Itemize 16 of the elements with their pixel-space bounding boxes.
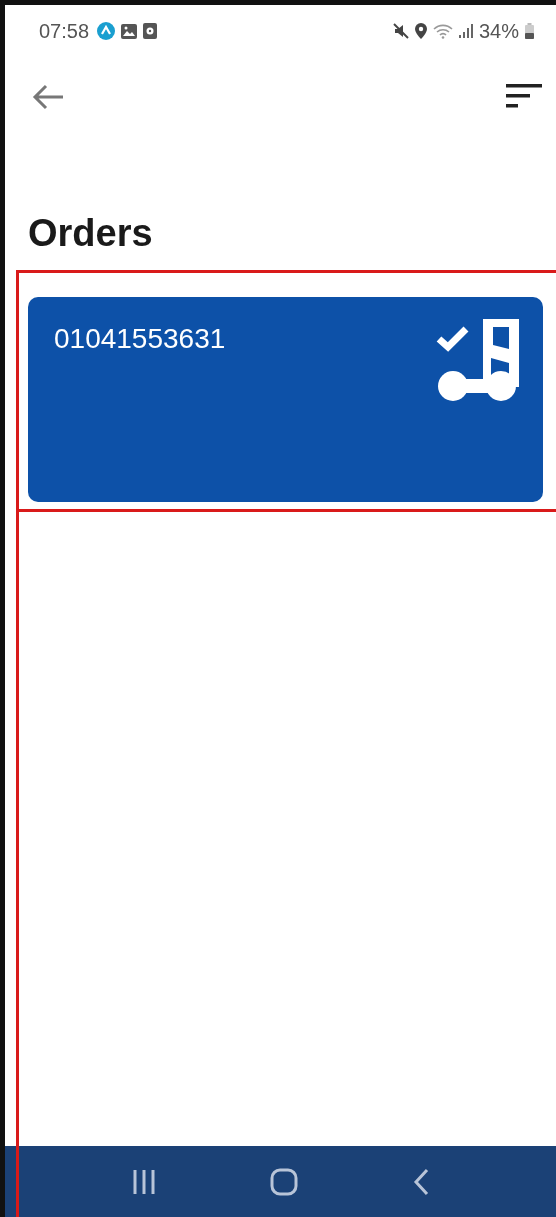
- signal-icon: [458, 24, 473, 38]
- battery-level: 34%: [478, 19, 519, 43]
- location-icon: [414, 23, 427, 39]
- recent-apps-icon[interactable]: [132, 1168, 157, 1195]
- order-card[interactable]: 01041553631: [28, 297, 543, 502]
- clock-icon: [143, 23, 158, 39]
- wifi-icon: [432, 23, 453, 39]
- battery-icon: [525, 23, 534, 39]
- app-notification-icon: [97, 22, 116, 40]
- mute-icon: [392, 23, 409, 39]
- home-icon[interactable]: [270, 1167, 299, 1196]
- status-time: 07:58: [39, 19, 90, 43]
- image-icon: [121, 23, 138, 39]
- order-number: 01041553631: [54, 323, 226, 355]
- back-nav-icon[interactable]: [412, 1167, 429, 1196]
- page-title: Orders: [28, 211, 154, 256]
